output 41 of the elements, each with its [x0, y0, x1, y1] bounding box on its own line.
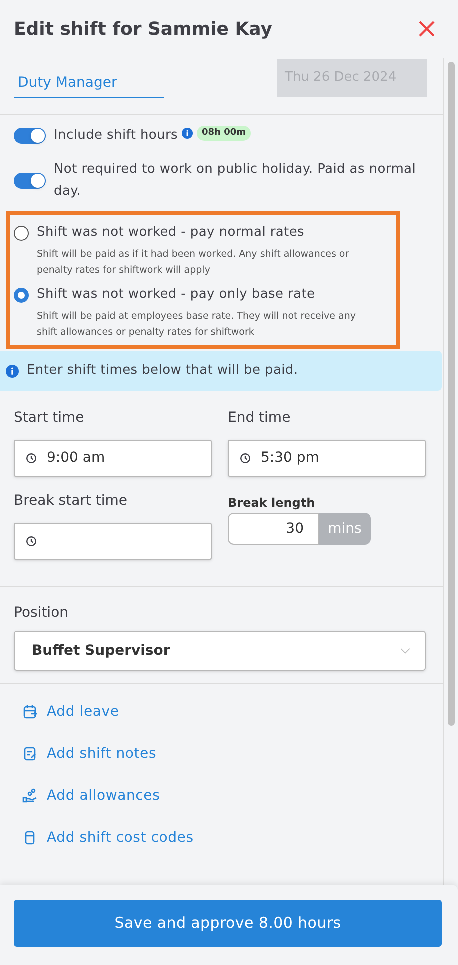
time-field[interactable]: 5:30 pm	[228, 440, 426, 477]
action-link[interactable]: Add allowances	[47, 785, 160, 807]
field-label: Break length	[228, 495, 316, 512]
scrollbar-thumb[interactable]	[448, 62, 454, 726]
clock-icon	[26, 536, 37, 547]
radio-button[interactable]	[14, 288, 29, 302]
chevron-down-icon	[400, 648, 411, 654]
clock-icon	[26, 453, 37, 464]
option-description: Shift will be paid at employees base rate. They will not receive any shift allowances or penalty rates for shiftwork	[36, 310, 357, 340]
field-label: Break start time	[14, 492, 128, 511]
action-link[interactable]: Add shift cost codes	[47, 827, 194, 849]
close-icon[interactable]	[418, 20, 436, 38]
save-button[interactable]: Save and approve 8.00 hours	[14, 900, 442, 947]
tab[interactable]: Duty Manager	[14, 58, 164, 98]
hours-badge: 08h 00m	[197, 126, 251, 140]
hand-coin-icon	[22, 788, 38, 804]
time-field[interactable]: 9:00 am	[14, 440, 212, 477]
field-label: End time	[228, 409, 292, 428]
option-label: Shift was not worked - pay normal rates	[37, 224, 305, 242]
option-label: Shift was not worked - pay only base rate	[37, 286, 316, 304]
dialog-title: Edit shift for Sammie Kay	[14, 18, 273, 42]
action-link[interactable]: Add leave	[47, 701, 120, 723]
toggle-switch[interactable]	[14, 173, 46, 189]
radio-button[interactable]	[14, 226, 29, 240]
action-link[interactable]: Add shift notes	[47, 743, 157, 765]
toggle-switch[interactable]	[14, 128, 46, 144]
field-label: Position	[14, 604, 70, 623]
option-description: Shift will be paid as if it had been worked. Any shift allowances or penalty rates for shiftwork will apply	[36, 248, 350, 278]
time-field[interactable]	[14, 523, 212, 560]
break-length-field[interactable]: 30	[228, 513, 319, 545]
toggle-label: Include shift hours	[54, 127, 178, 145]
field-label: Start time	[14, 409, 86, 428]
unit-label: mins	[319, 513, 371, 545]
toggle-label: Not required to work on public holiday. Paid as normal day.	[54, 161, 418, 201]
info-text: Enter shift times below that will be paid.	[27, 362, 298, 380]
position-dropdown[interactable]: Buffet Supervisor	[14, 631, 426, 671]
info-icon[interactable]	[182, 128, 194, 138]
notepad-icon	[22, 746, 38, 762]
info-icon	[6, 364, 19, 378]
clock-icon	[240, 453, 251, 464]
calendar-icon	[22, 704, 38, 720]
